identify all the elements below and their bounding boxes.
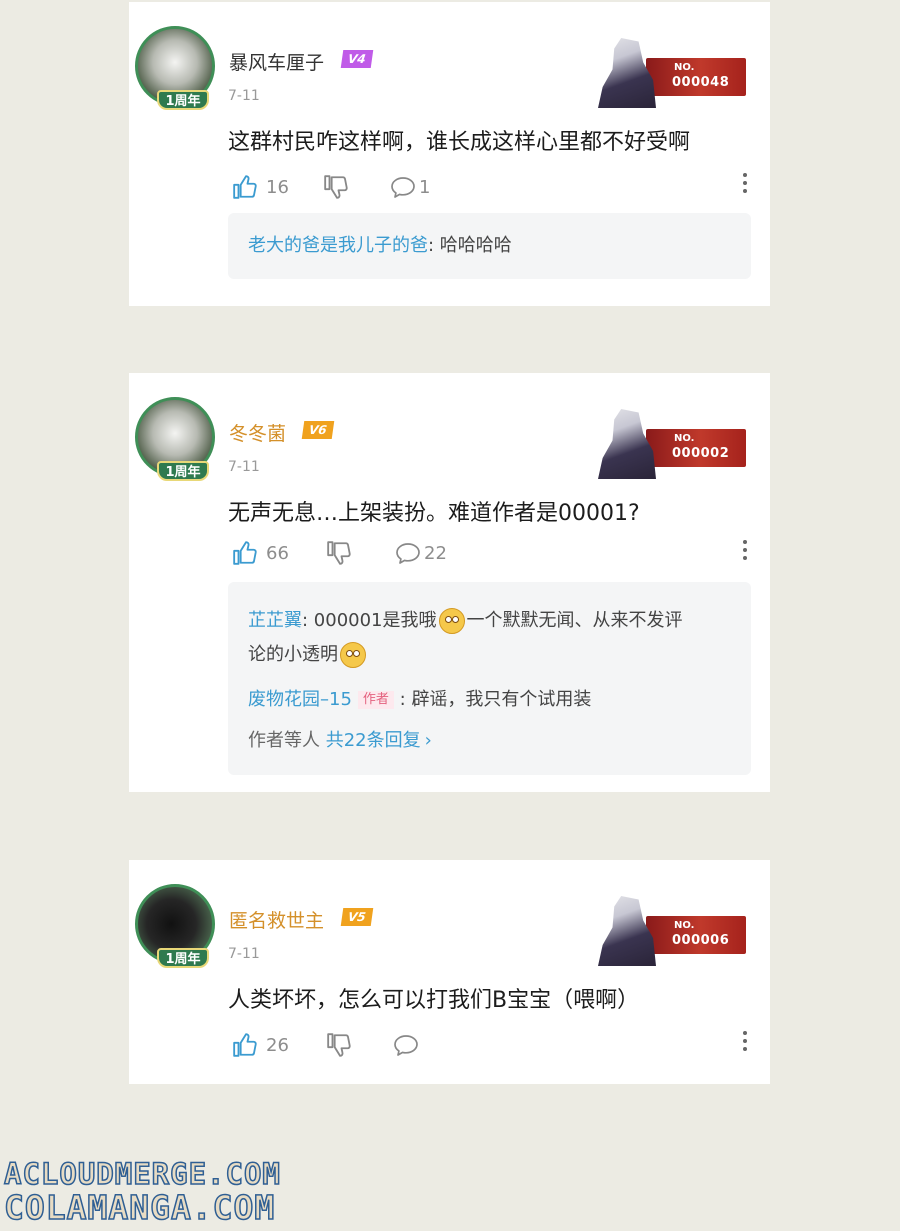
username[interactable]: 暴风车厘子 xyxy=(229,48,324,75)
speech-bubble-icon xyxy=(394,1035,418,1056)
comment-text: 这群村民咋这样啊，谁长成这样心里都不好受啊 xyxy=(228,130,691,155)
reply-text: 辟谣，我只有个试用装 xyxy=(411,689,592,710)
reply-user[interactable]: 老大的爸是我儿子的爸 xyxy=(248,235,428,256)
comment-card-1: 1周年 暴风车厘子 V4 7-11 NO. 000048 这群村民咋这样啊，谁长… xyxy=(129,2,770,306)
thumbs-down-icon xyxy=(324,175,348,199)
comment-button[interactable] xyxy=(392,1030,428,1060)
view-all-replies[interactable]: 作者等人 共22条回复 › xyxy=(248,724,731,758)
reply-box[interactable]: 芷芷翼: 000001是我哦 一个默默无闻、从来不发评论的小透明 废物花园–15 作… xyxy=(228,582,751,775)
more-vertical-icon xyxy=(738,173,752,193)
like-count: 26 xyxy=(266,1034,289,1056)
level-badge: V5 xyxy=(340,908,373,926)
more-button[interactable] xyxy=(738,537,752,565)
number-badge: NO. 000048 xyxy=(594,38,747,108)
reply-item[interactable]: 废物花园–15 作者 : 辟谣，我只有个试用装 xyxy=(248,683,731,717)
anniversary-badge: 1周年 xyxy=(157,948,209,968)
reply-text: 000001是我哦 xyxy=(313,610,437,631)
speech-bubble-icon xyxy=(396,543,420,564)
character-figure xyxy=(598,896,656,966)
anniversary-badge: 1周年 xyxy=(157,90,209,110)
number-badge-bar: NO. 000002 xyxy=(646,429,746,467)
thumbs-down-icon xyxy=(327,541,351,565)
number-badge-number: 000002 xyxy=(672,446,730,461)
number-badge-number: 000006 xyxy=(672,933,730,948)
number-badge-bar: NO. 000006 xyxy=(646,916,746,954)
reply-separator: : xyxy=(302,610,314,631)
dislike-button[interactable] xyxy=(326,1030,352,1060)
thumbs-down-icon xyxy=(327,1033,351,1057)
level-badge: V4 xyxy=(340,50,373,68)
dislike-button[interactable] xyxy=(323,172,349,202)
watermark-line-1: ACLOUDMERGE.COM xyxy=(3,1156,281,1192)
number-badge: NO. 000002 xyxy=(594,409,747,479)
reply-item[interactable]: 芷芷翼: 000001是我哦 一个默默无闻、从来不发评论的小透明 xyxy=(248,604,731,672)
comment-text: 无声无息…上架装扮。难道作者是00001? xyxy=(228,501,640,526)
avatar[interactable]: 1周年 xyxy=(133,882,219,974)
character-figure xyxy=(598,38,656,108)
anniversary-badge: 1周年 xyxy=(157,461,209,481)
comment-count: 22 xyxy=(424,542,447,564)
comment-text: 人类坏坏，怎么可以打我们B宝宝（喂啊） xyxy=(228,988,640,1013)
number-badge-label: NO. xyxy=(674,433,695,444)
level-badge: V6 xyxy=(301,421,334,439)
comment-button[interactable]: 1 xyxy=(389,172,430,202)
author-tag: 作者 xyxy=(357,691,394,709)
number-badge-number: 000048 xyxy=(672,75,730,90)
reply-user[interactable]: 废物花园–15 xyxy=(248,689,352,710)
comment-date: 7-11 xyxy=(228,88,260,104)
reply-user[interactable]: 芷芷翼 xyxy=(248,610,302,631)
more-vertical-icon xyxy=(738,1031,752,1051)
character-figure xyxy=(598,409,656,479)
reply-separator: : xyxy=(393,689,412,710)
thumbs-up-icon xyxy=(233,1033,257,1057)
comment-card-2: 1周年 冬冬菌 V6 7-11 NO. 000002 无声无息…上架装扮。难道作… xyxy=(129,373,770,792)
like-button[interactable]: 26 xyxy=(232,1030,289,1060)
reply-box[interactable]: 老大的爸是我儿子的爸: 哈哈哈哈 xyxy=(228,213,751,279)
reply-separator: : xyxy=(428,235,440,256)
comment-date: 7-11 xyxy=(228,946,260,962)
more-replies-link[interactable]: 共22条回复 xyxy=(326,730,421,751)
watermark-line-2: COLAMANGA.COM xyxy=(3,1187,276,1228)
reply-text-line2: 论的小透明 xyxy=(248,644,338,665)
reply-text: 哈哈哈哈 xyxy=(439,235,512,256)
reply-text-cont: 一个默默无闻、从来不发评 xyxy=(466,610,683,631)
username[interactable]: 冬冬菌 xyxy=(229,419,286,446)
comment-count: 1 xyxy=(419,176,431,198)
more-replies-prefix: 作者等人 xyxy=(248,730,326,751)
chevron-right-icon: › xyxy=(424,730,432,751)
thumbs-up-icon xyxy=(233,541,257,565)
like-button[interactable]: 66 xyxy=(232,538,289,568)
like-count: 16 xyxy=(266,176,289,198)
comment-button[interactable]: 22 xyxy=(394,538,447,568)
comment-card-3: 1周年 匿名救世主 V5 7-11 NO. 000006 人类坏坏，怎么可以打我… xyxy=(129,860,770,1084)
pleading-face-emoji-icon xyxy=(438,608,465,634)
speech-bubble-icon xyxy=(391,177,415,198)
dislike-button[interactable] xyxy=(326,538,352,568)
username[interactable]: 匿名救世主 xyxy=(229,906,324,933)
number-badge-label: NO. xyxy=(674,62,695,73)
pleading-face-emoji-icon xyxy=(340,642,366,668)
avatar[interactable]: 1周年 xyxy=(133,395,219,487)
number-badge: NO. 000006 xyxy=(594,896,747,966)
like-button[interactable]: 16 xyxy=(232,172,289,202)
number-badge-bar: NO. 000048 xyxy=(646,58,746,96)
avatar[interactable]: 1周年 xyxy=(133,24,219,116)
thumbs-up-icon xyxy=(233,175,257,199)
reply-item[interactable]: 老大的爸是我儿子的爸: 哈哈哈哈 xyxy=(248,229,731,263)
more-button[interactable] xyxy=(738,170,752,198)
more-vertical-icon xyxy=(738,540,752,560)
comment-date: 7-11 xyxy=(228,459,260,475)
more-button[interactable] xyxy=(738,1028,752,1056)
like-count: 66 xyxy=(266,542,289,564)
number-badge-label: NO. xyxy=(674,920,695,931)
